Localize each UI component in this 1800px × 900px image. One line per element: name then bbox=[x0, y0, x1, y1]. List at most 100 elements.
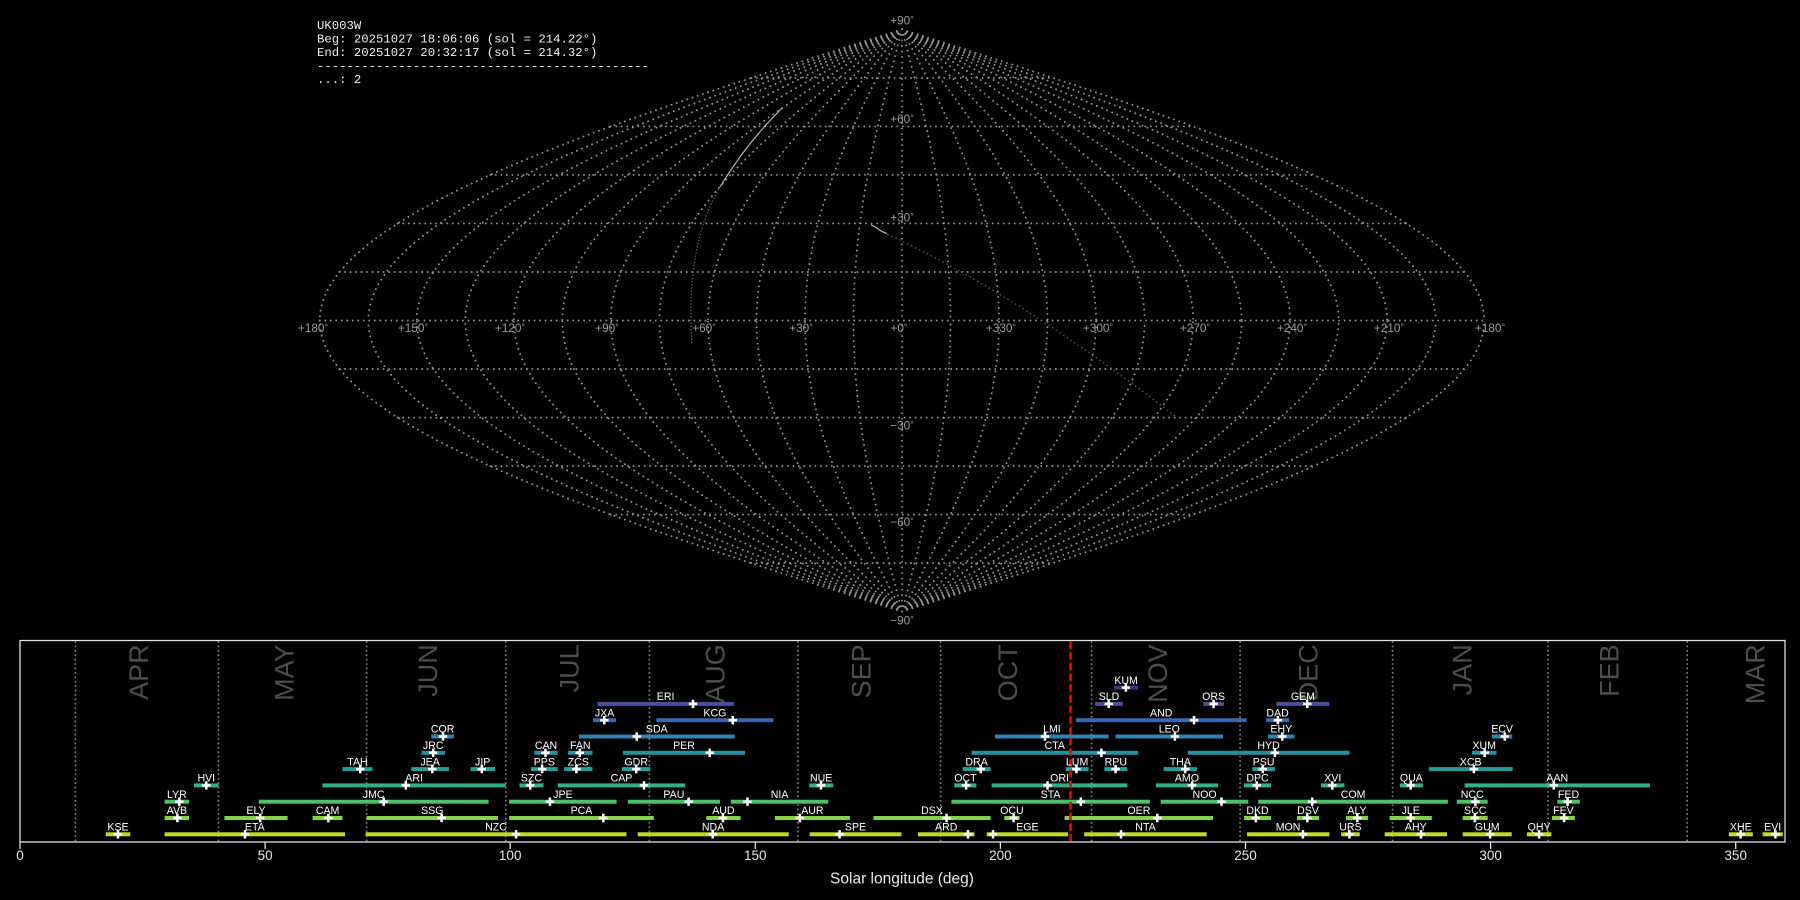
svg-text:CTA: CTA bbox=[1045, 740, 1066, 752]
svg-text:JPE: JPE bbox=[553, 789, 572, 801]
svg-text:ERI: ERI bbox=[657, 691, 675, 703]
svg-text:ZCS: ZCS bbox=[568, 756, 589, 768]
svg-text:FED: FED bbox=[1558, 789, 1580, 801]
svg-text:350: 350 bbox=[1724, 848, 1747, 863]
svg-text:QHY: QHY bbox=[1528, 822, 1551, 834]
svg-text:APR: APR bbox=[124, 644, 154, 700]
svg-text:PAU: PAU bbox=[663, 789, 684, 801]
svg-text:XCB: XCB bbox=[1460, 756, 1482, 768]
svg-text:PER: PER bbox=[673, 740, 695, 752]
svg-text:NTA: NTA bbox=[1135, 822, 1156, 834]
svg-text:UK003W: UK003W bbox=[317, 19, 362, 33]
svg-text:+330°: +330° bbox=[986, 321, 1017, 335]
svg-text:JXA: JXA bbox=[595, 707, 615, 719]
svg-text:KCG: KCG bbox=[703, 707, 726, 719]
svg-text:SPE: SPE bbox=[845, 822, 866, 834]
svg-text:THA: THA bbox=[1170, 756, 1192, 768]
svg-text:EHY: EHY bbox=[1270, 724, 1292, 736]
svg-text:NUE: NUE bbox=[810, 773, 832, 785]
svg-text:CAN: CAN bbox=[535, 740, 557, 752]
svg-text:GEM: GEM bbox=[1291, 691, 1315, 703]
svg-text:RPU: RPU bbox=[1105, 756, 1127, 768]
svg-text:FEV: FEV bbox=[1553, 805, 1575, 817]
svg-text:JRC: JRC bbox=[423, 740, 444, 752]
svg-text:JIP: JIP bbox=[475, 756, 490, 768]
svg-text:OCT: OCT bbox=[993, 644, 1023, 701]
svg-text:300: 300 bbox=[1479, 848, 1502, 863]
svg-text:ETA: ETA bbox=[245, 822, 266, 834]
svg-text:PCA: PCA bbox=[571, 805, 594, 817]
svg-text:DRA: DRA bbox=[965, 756, 988, 768]
svg-text:MAR: MAR bbox=[1741, 644, 1771, 704]
svg-text:ARI: ARI bbox=[405, 773, 423, 785]
svg-text:DAD: DAD bbox=[1266, 707, 1289, 719]
svg-text:AUR: AUR bbox=[801, 805, 824, 817]
svg-text:ORI: ORI bbox=[1050, 773, 1069, 785]
svg-text:DPC: DPC bbox=[1246, 773, 1269, 785]
svg-text:AHY: AHY bbox=[1405, 822, 1427, 834]
svg-text:QUA: QUA bbox=[1400, 773, 1424, 785]
svg-text:+150°: +150° bbox=[398, 321, 429, 335]
svg-text:ELY: ELY bbox=[246, 805, 265, 817]
svg-text:AUG: AUG bbox=[701, 644, 731, 703]
svg-text:50: 50 bbox=[258, 848, 273, 863]
svg-text:------------------------------: ----------------------------------------… bbox=[317, 60, 649, 74]
svg-text:KUM: KUM bbox=[1114, 675, 1138, 687]
svg-text:SLD: SLD bbox=[1099, 691, 1120, 703]
svg-text:NOV: NOV bbox=[1143, 644, 1173, 703]
svg-text:+240°: +240° bbox=[1277, 321, 1308, 335]
svg-text:AAN: AAN bbox=[1546, 773, 1568, 785]
svg-text:LMI: LMI bbox=[1043, 724, 1061, 736]
svg-text:+180°: +180° bbox=[1475, 321, 1506, 335]
svg-text:GUM: GUM bbox=[1475, 822, 1500, 834]
svg-text:MAY: MAY bbox=[270, 644, 300, 701]
svg-text:GDR: GDR bbox=[624, 756, 648, 768]
svg-text:COR: COR bbox=[431, 724, 455, 736]
svg-text:JUL: JUL bbox=[555, 644, 585, 692]
svg-text:...: 2: ...: 2 bbox=[317, 73, 361, 87]
svg-text:LUM: LUM bbox=[1066, 756, 1088, 768]
svg-text:KSE: KSE bbox=[107, 822, 128, 834]
svg-text:HYD: HYD bbox=[1257, 740, 1280, 752]
svg-text:250: 250 bbox=[1234, 848, 1257, 863]
svg-text:DKD: DKD bbox=[1246, 805, 1269, 817]
svg-text:TAH: TAH bbox=[347, 756, 367, 768]
svg-text:SSG: SSG bbox=[421, 805, 443, 817]
svg-text:+210°: +210° bbox=[1374, 321, 1405, 335]
svg-text:NCC: NCC bbox=[1461, 789, 1484, 801]
svg-text:Solar longitude (deg): Solar longitude (deg) bbox=[830, 871, 974, 888]
svg-text:+300°: +300° bbox=[1083, 321, 1114, 335]
svg-text:JAN: JAN bbox=[1447, 644, 1477, 695]
svg-text:AMO: AMO bbox=[1175, 773, 1199, 785]
svg-text:200: 200 bbox=[989, 848, 1012, 863]
svg-text:ECV: ECV bbox=[1491, 724, 1514, 736]
svg-text:AUD: AUD bbox=[712, 805, 735, 817]
svg-text:JEA: JEA bbox=[420, 756, 440, 768]
svg-text:FEB: FEB bbox=[1595, 644, 1625, 697]
svg-text:XVI: XVI bbox=[1324, 773, 1341, 785]
svg-text:CAP: CAP bbox=[611, 773, 633, 785]
svg-text:+120°: +120° bbox=[495, 321, 526, 335]
svg-text:+270°: +270° bbox=[1180, 321, 1211, 335]
svg-text:NDA: NDA bbox=[702, 822, 725, 834]
svg-text:DSX: DSX bbox=[921, 805, 943, 817]
svg-text:AVB: AVB bbox=[167, 805, 187, 817]
svg-text:SZC: SZC bbox=[521, 773, 543, 785]
svg-text:PSU: PSU bbox=[1253, 756, 1275, 768]
svg-text:OCT: OCT bbox=[954, 773, 977, 785]
svg-text:EGE: EGE bbox=[1016, 822, 1038, 834]
svg-text:CAM: CAM bbox=[316, 805, 340, 817]
svg-text:AND: AND bbox=[1150, 707, 1173, 719]
svg-text:0: 0 bbox=[16, 848, 24, 863]
svg-text:STA: STA bbox=[1041, 789, 1062, 801]
svg-text:LYR: LYR bbox=[167, 789, 187, 801]
svg-text:NZC: NZC bbox=[485, 822, 507, 834]
svg-text:HVI: HVI bbox=[197, 773, 215, 785]
svg-text:FAN: FAN bbox=[570, 740, 591, 752]
svg-text:XHE: XHE bbox=[1730, 822, 1752, 834]
svg-text:JMC: JMC bbox=[363, 789, 385, 801]
svg-text:150: 150 bbox=[744, 848, 767, 863]
svg-text:JLE: JLE bbox=[1402, 805, 1420, 817]
svg-text:DSV: DSV bbox=[1297, 805, 1320, 817]
svg-text:COM: COM bbox=[1341, 789, 1366, 801]
